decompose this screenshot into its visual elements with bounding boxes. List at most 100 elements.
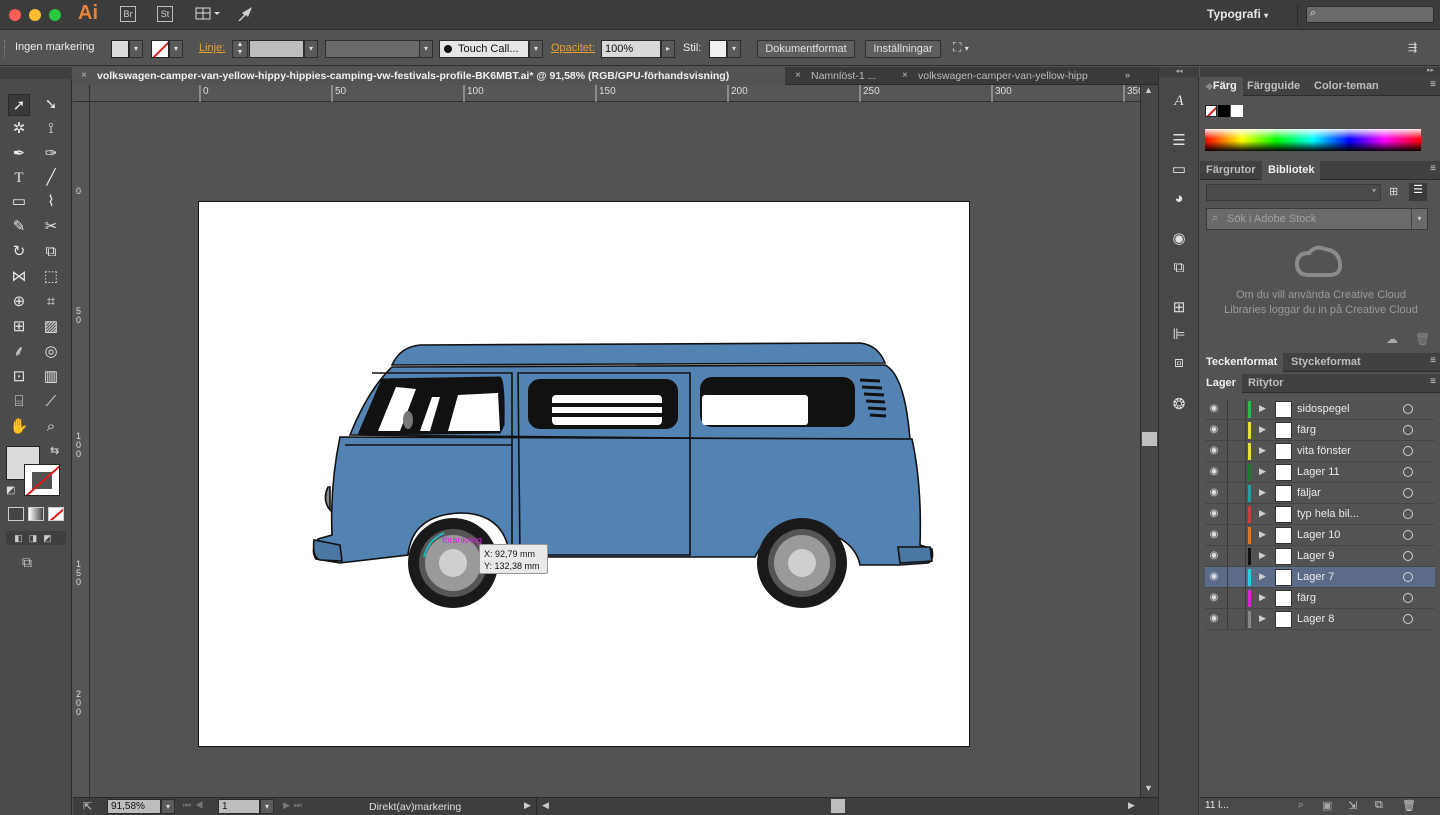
pen-tool-icon[interactable]: ✒ bbox=[8, 143, 30, 165]
stock-search-input[interactable]: ⌕ Sök i Adobe Stock ▾ bbox=[1206, 208, 1428, 230]
artboard-tool-icon[interactable]: ⌸ bbox=[8, 391, 30, 413]
character-panel-icon[interactable]: A bbox=[1169, 91, 1189, 111]
target-circle-icon[interactable] bbox=[1403, 488, 1413, 498]
layer-name[interactable]: färg bbox=[1297, 424, 1316, 436]
layer-row[interactable]: ◉ ▶ Lager 9 bbox=[1205, 546, 1435, 567]
shape-builder-tool-icon[interactable]: ⊕ bbox=[8, 291, 30, 313]
default-fill-stroke-icon[interactable]: ◩ bbox=[6, 485, 15, 496]
layer-name[interactable]: Lager 10 bbox=[1297, 529, 1340, 541]
close-tab-icon[interactable]: × bbox=[795, 67, 801, 85]
tab-color[interactable]: ◆Färg bbox=[1200, 77, 1243, 96]
panel-menu-icon[interactable]: ≡ bbox=[1430, 355, 1436, 366]
expand-layer-icon[interactable]: ▶ bbox=[1259, 592, 1266, 603]
layer-row[interactable]: ◉ ▶ sidospegel bbox=[1205, 399, 1435, 420]
layer-row[interactable]: ◉ ▶ fäljar bbox=[1205, 483, 1435, 504]
layer-row[interactable]: ◉ ▶ vita fönster bbox=[1205, 441, 1435, 462]
stroke-dropdown[interactable]: ▾ bbox=[169, 40, 183, 58]
align-panel-icon[interactable]: ⊫ bbox=[1169, 325, 1189, 345]
stroke-swatch[interactable] bbox=[151, 40, 169, 58]
scroll-down-icon[interactable]: ▼ bbox=[1144, 783, 1153, 793]
stroke-color-box[interactable] bbox=[24, 464, 60, 496]
opacity-dropdown[interactable]: ▸ bbox=[661, 40, 675, 58]
panel-menu-icon[interactable]: ≡ bbox=[1430, 79, 1436, 90]
target-circle-icon[interactable] bbox=[1403, 530, 1413, 540]
artboard-prev-icons[interactable]: ⏮◀ bbox=[183, 800, 207, 811]
stroke-weight-field[interactable] bbox=[249, 40, 304, 58]
magic-wand-tool-icon[interactable]: ✲ bbox=[8, 118, 30, 140]
slice-tool-icon[interactable]: ⟋ bbox=[40, 391, 62, 413]
stroke-panel-icon[interactable]: ☰ bbox=[1169, 131, 1189, 151]
curvature-tool-icon[interactable]: ✑ bbox=[40, 143, 62, 165]
expand-layer-icon[interactable]: ▶ bbox=[1259, 487, 1266, 498]
tab-document-third[interactable]: × volkswagen-camper-van-yellow-hipp bbox=[894, 67, 1118, 85]
tab-layers[interactable]: Lager bbox=[1200, 374, 1242, 393]
target-circle-icon[interactable] bbox=[1403, 509, 1413, 519]
scroll-right-icon[interactable]: ▶ bbox=[1128, 800, 1135, 811]
vertical-ruler[interactable]: 0 5 0 1 0 0 1 5 0 2 0 0 bbox=[73, 102, 90, 797]
paintbrush-tool-icon[interactable]: ⌇ bbox=[40, 191, 62, 213]
control-bar-menu-icon[interactable]: ⇶ bbox=[1408, 41, 1417, 54]
maximize-window-button[interactable] bbox=[49, 9, 61, 21]
gpu-performance-icon[interactable] bbox=[236, 5, 256, 26]
stroke-weight-stepper[interactable]: ▲ ▼ bbox=[232, 40, 248, 58]
visibility-eye-icon[interactable]: ◉ bbox=[1207, 403, 1221, 415]
close-tab-icon[interactable]: × bbox=[902, 67, 908, 85]
color-spectrum[interactable] bbox=[1205, 129, 1421, 151]
lasso-tool-icon[interactable]: ⟟ bbox=[40, 118, 62, 140]
new-layer-icon[interactable]: ⧉ bbox=[1375, 799, 1383, 812]
fill-dropdown[interactable]: ▾ bbox=[129, 40, 143, 58]
preferences-button[interactable]: Inställningar bbox=[865, 40, 941, 58]
tab-color-guide[interactable]: Färgguide bbox=[1241, 77, 1306, 96]
tab-artboards[interactable]: Ritytor bbox=[1242, 374, 1289, 393]
new-sublayer-icon[interactable]: ⇲ bbox=[1348, 799, 1357, 812]
rotate-tool-icon[interactable]: ↻ bbox=[8, 241, 30, 263]
variable-width-dropdown[interactable]: ▾ bbox=[419, 40, 433, 58]
none-mode-icon[interactable] bbox=[48, 507, 64, 521]
scissors-tool-icon[interactable]: ✂ bbox=[40, 216, 62, 238]
transform-panel-icon[interactable]: ⊞ bbox=[1169, 298, 1189, 318]
layer-name[interactable]: fäljar bbox=[1297, 487, 1321, 499]
graphic-style-dropdown[interactable]: ▾ bbox=[727, 40, 741, 58]
panel-menu-icon[interactable]: ≡ bbox=[1430, 163, 1436, 174]
mesh-tool-icon[interactable]: ⊞ bbox=[8, 316, 30, 338]
visibility-eye-icon[interactable]: ◉ bbox=[1207, 571, 1221, 583]
line-tool-icon[interactable]: ╱ bbox=[40, 167, 62, 189]
selection-tool-icon[interactable]: ➚ bbox=[8, 94, 30, 116]
draw-modes-icon[interactable]: ◧◨◩ bbox=[6, 531, 66, 545]
expand-layer-icon[interactable]: ▶ bbox=[1259, 508, 1266, 519]
layer-row[interactable]: ◉ ▶ Lager 11 bbox=[1205, 462, 1435, 483]
tab-document-untitled[interactable]: × Namnlöst-1 ... bbox=[787, 67, 892, 85]
hand-tool-icon[interactable]: ✋ bbox=[8, 416, 30, 438]
list-view-icon[interactable]: ☰ bbox=[1409, 183, 1427, 201]
gradient-tool-icon[interactable]: ▨ bbox=[40, 316, 62, 338]
status-menu-icon[interactable]: ▶ bbox=[524, 800, 531, 811]
layer-name[interactable]: Lager 7 bbox=[1297, 571, 1334, 583]
tab-paragraph[interactable]: Styckeformat bbox=[1285, 353, 1367, 372]
visibility-eye-icon[interactable]: ◉ bbox=[1207, 613, 1221, 625]
gradient-mode-icon[interactable] bbox=[28, 507, 44, 521]
white-swatch[interactable] bbox=[1231, 105, 1243, 117]
visibility-eye-icon[interactable]: ◉ bbox=[1207, 592, 1221, 604]
grid-view-icon[interactable]: ⊞ bbox=[1389, 185, 1398, 198]
visibility-eye-icon[interactable]: ◉ bbox=[1207, 445, 1221, 457]
clipping-mask-icon[interactable]: ▣ bbox=[1322, 799, 1332, 812]
target-circle-icon[interactable] bbox=[1403, 551, 1413, 561]
artboard-dropdown[interactable]: ▾ bbox=[260, 799, 274, 814]
zoom-tool-icon[interactable]: ⌕ bbox=[40, 416, 62, 438]
tab-swatches[interactable]: Färgrutor bbox=[1200, 161, 1262, 180]
layer-name[interactable]: Lager 8 bbox=[1297, 613, 1334, 625]
layer-row[interactable]: ◉ ▶ färg bbox=[1205, 420, 1435, 441]
layer-row[interactable]: ◉ ▶ Lager 10 bbox=[1205, 525, 1435, 546]
blend-tool-icon[interactable]: ◎ bbox=[40, 341, 62, 363]
zoom-dropdown[interactable]: ▾ bbox=[161, 799, 175, 814]
brush-field[interactable]: Touch Call... bbox=[439, 40, 529, 58]
delete-layer-icon[interactable]: 🗑 bbox=[1402, 799, 1416, 812]
links-panel-icon[interactable]: ❂ bbox=[1169, 395, 1189, 415]
minimize-window-button[interactable] bbox=[29, 9, 41, 21]
target-circle-icon[interactable] bbox=[1403, 614, 1413, 624]
bridge-button[interactable]: Br bbox=[120, 6, 136, 22]
share-icon[interactable]: ⇱ bbox=[83, 800, 92, 813]
opacity-label[interactable]: Opacitet: bbox=[551, 42, 595, 54]
scale-tool-icon[interactable]: ⧉ bbox=[40, 241, 62, 263]
layer-name[interactable]: vita fönster bbox=[1297, 445, 1351, 457]
